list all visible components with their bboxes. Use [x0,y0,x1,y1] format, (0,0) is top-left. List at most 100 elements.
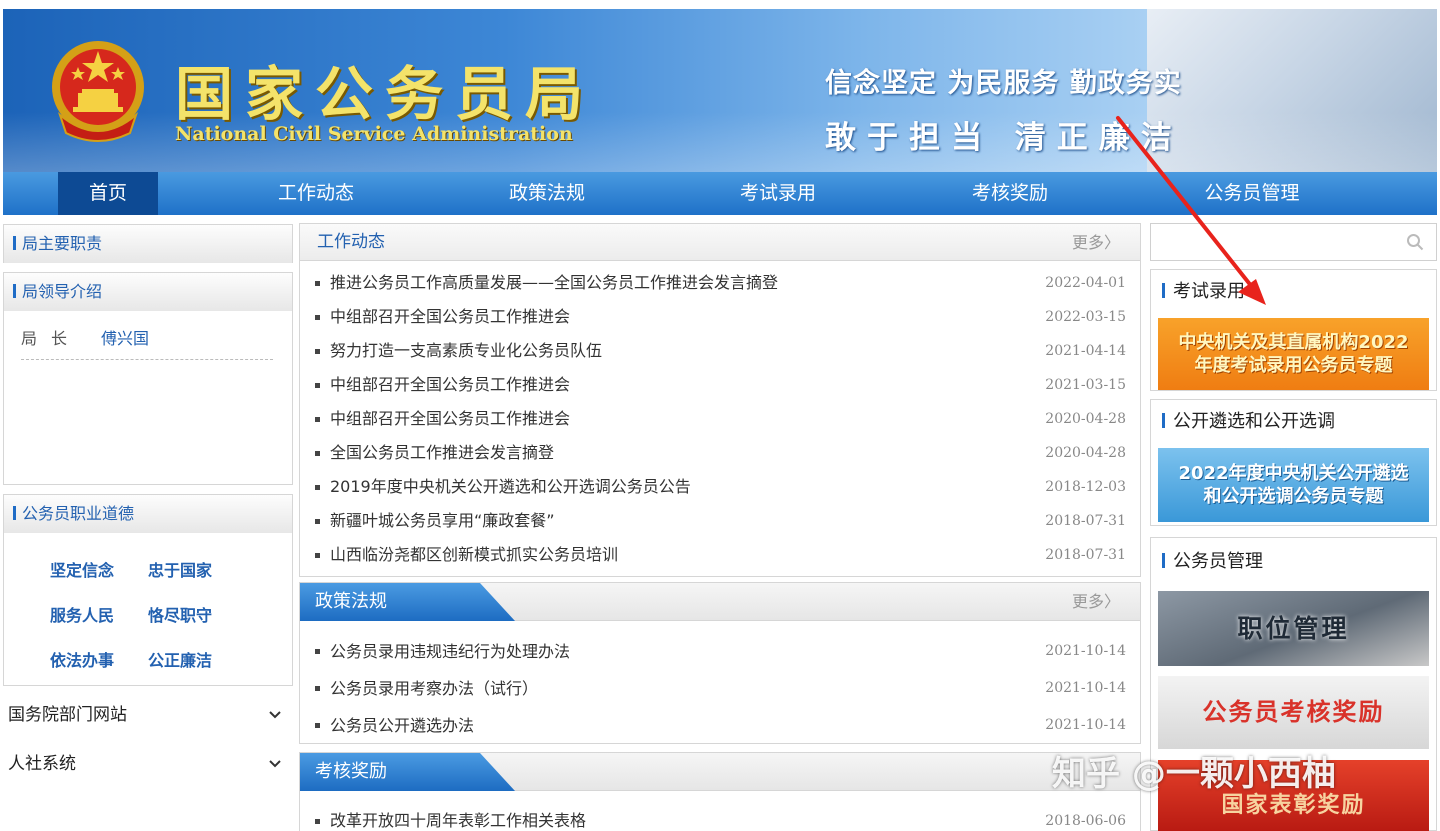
news-date: 2021-10-14 [1045,643,1126,659]
policy-title[interactable]: 政策法规 [315,583,387,621]
dropdown-label: 人社系统 [8,754,76,774]
list-item[interactable]: 2019年度中央机关公开遴选和公开选调公务员公告 2018-12-03 [300,470,1140,504]
list-item[interactable]: 山西临汾尧都区创新模式抓实公务员培训 2018-07-31 [300,538,1140,572]
duties-panel: 局主要职责 [3,224,293,263]
banner-text: 和公开选调公务员专题 [1203,486,1384,507]
management-header[interactable]: 公务员管理 [1151,538,1436,586]
bar-marker [13,284,16,298]
news-date: 2021-04-14 [1045,343,1126,359]
bullet [315,315,320,320]
exam-panel: 考试录用 中央机关及其直属机构2022 年度考试录用公务员专题 [1150,269,1437,391]
leader-name-link[interactable]: 傅兴国 [101,329,149,348]
list-item[interactable]: 努力打造一支高素质专业化公务员队伍 2021-04-14 [300,334,1140,368]
bullet [315,383,320,388]
exam-header[interactable]: 考试录用 [1151,270,1436,314]
list-item[interactable]: 改革开放四十周年表彰工作相关表格 2018-06-06 [300,804,1140,831]
selection-2022-banner[interactable]: 2022年度中央机关公开遴选 和公开选调公务员专题 [1158,448,1429,522]
news-title[interactable]: 公务员录用违规违纪行为处理办法 [330,633,570,670]
news-date: 2020-04-28 [1045,445,1126,461]
assessment-reward-banner[interactable]: 公务员考核奖励 [1158,676,1429,749]
ethics-item: 公正廉洁 [148,651,213,670]
site-header: 国家公务员局 National Civil Service Administra… [3,9,1437,172]
list-item[interactable]: 全国公务员工作推进会发言摘登 2020-04-28 [300,436,1140,470]
banner-text: 2022年度中央机关公开遴选 [1178,463,1409,484]
banner-text: 职位管理 [1237,614,1350,643]
news-title[interactable]: 中组部召开全国公务员工作推进会 [330,300,570,334]
main-nav: 首页 工作动态 政策法规 考试录用 考核奖励 公务员管理 [3,172,1437,215]
bullet [315,686,320,691]
work-news-title[interactable]: 工作动态 [317,224,385,261]
bullet [315,281,320,286]
news-title[interactable]: 新疆叶城公务员享用“廉政套餐” [330,504,555,538]
chevron-down-icon [268,700,282,740]
news-title[interactable]: 改革开放四十周年表彰工作相关表格 [330,804,586,831]
selection-title: 公开遴选和公开选调 [1173,411,1335,432]
news-title[interactable]: 公务员录用考察办法（试行） [330,670,538,707]
news-date: 2018-12-03 [1045,479,1126,495]
banner-text: 年度考试录用公务员专题 [1194,355,1393,376]
bar-marker [1162,413,1165,428]
news-title[interactable]: 推进公务员工作高质量发展——全国公务员工作推进会发言摘登 [330,266,778,300]
leaders-header[interactable]: 局领导介绍 [4,273,292,311]
bullet [315,649,320,654]
slogan-line-1: 信念坚定 为民服务 勤政务实 [825,68,1182,99]
news-title[interactable]: 公务员公开遴选办法 [330,707,474,744]
bar-marker [13,236,16,250]
news-date: 2018-07-31 [1045,547,1126,563]
search-input[interactable] [1151,224,1401,260]
bullet [315,819,320,824]
nav-home[interactable]: 首页 [58,172,158,215]
news-date: 2021-10-14 [1045,717,1126,733]
assessment-title[interactable]: 考核奖励 [315,753,387,791]
bullet [315,553,320,558]
list-item[interactable]: 中组部召开全国公务员工作推进会 2022-03-15 [300,300,1140,334]
list-item[interactable]: 中组部召开全国公务员工作推进会 2021-03-15 [300,368,1140,402]
state-council-sites-dropdown[interactable]: 国务院部门网站 [8,700,288,730]
ethics-header[interactable]: 公务员职业道德 [4,495,292,533]
news-title[interactable]: 努力打造一支高素质专业化公务员队伍 [330,334,602,368]
hrss-system-dropdown[interactable]: 人社系统 [8,749,288,779]
news-title[interactable]: 全国公务员工作推进会发言摘登 [330,436,554,470]
work-news-header: 工作动态 更多〉 [300,224,1140,261]
slogan-line-2: 敢于担当 清正廉洁 [825,120,1183,156]
search-icon[interactable] [1406,233,1424,251]
selection-header[interactable]: 公开遴选和公开选调 [1151,400,1436,444]
list-item[interactable]: 推进公务员工作高质量发展——全国公务员工作推进会发言摘登 2022-04-01 [300,266,1140,300]
nav-work-news[interactable]: 工作动态 [254,172,378,215]
ethics-item: 恪尽职守 [148,606,213,625]
policy-header: 政策法规 更多〉 [300,583,1140,621]
list-item[interactable]: 公务员公开遴选办法 2021-10-14 [300,707,1140,744]
nav-management[interactable]: 公务员管理 [1187,172,1317,215]
news-title[interactable]: 中组部召开全国公务员工作推进会 [330,368,570,402]
nav-exam[interactable]: 考试录用 [716,172,840,215]
chevron-down-icon [268,749,282,789]
list-item[interactable]: 新疆叶城公务员享用“廉政套餐” 2018-07-31 [300,504,1140,538]
list-item[interactable]: 中组部召开全国公务员工作推进会 2020-04-28 [300,402,1140,436]
news-title[interactable]: 2019年度中央机关公开遴选和公开选调公务员公告 [330,470,691,504]
news-date: 2018-07-31 [1045,513,1126,529]
nav-assessment[interactable]: 考核奖励 [948,172,1072,215]
list-item[interactable]: 公务员录用考察办法（试行） 2021-10-14 [300,670,1140,707]
duties-link[interactable]: 局主要职责 [4,225,292,263]
work-news-list: 推进公务员工作高质量发展——全国公务员工作推进会发言摘登 2022-04-01 中… [300,266,1140,572]
work-news-more-link[interactable]: 更多〉 [1072,224,1120,261]
bar-marker [1162,553,1165,568]
news-date: 2021-10-14 [1045,680,1126,696]
bullet [315,451,320,456]
policy-more-link[interactable]: 更多〉 [1072,583,1120,621]
ethics-grid: 坚定信念 忠于国家 服务人民 恪尽职守 依法办事 公正廉洁 [50,557,246,671]
nav-policy[interactable]: 政策法规 [485,172,609,215]
work-news-panel: 工作动态 更多〉 推进公务员工作高质量发展——全国公务员工作推进会发言摘登 202… [299,223,1141,577]
exam-2022-banner[interactable]: 中央机关及其直属机构2022 年度考试录用公务员专题 [1158,318,1429,390]
leader-row: 局长 傅兴国 [21,325,273,360]
position-management-banner[interactable]: 职位管理 [1158,591,1429,666]
policy-list: 公务员录用违规违纪行为处理办法 2021-10-14 公务员录用考察办法（试行） 2… [300,633,1140,744]
news-title[interactable]: 中组部召开全国公务员工作推进会 [330,402,570,436]
exam-title: 考试录用 [1173,281,1245,302]
news-title[interactable]: 山西临汾尧都区创新模式抓实公务员培训 [330,538,618,572]
bullet [315,349,320,354]
banner-text: 国家表彰奖励 [1221,792,1366,818]
list-item[interactable]: 公务员录用违规违纪行为处理办法 2021-10-14 [300,633,1140,670]
assessment-header: 考核奖励 [300,753,1140,791]
ethics-item: 服务人民 [50,606,115,625]
